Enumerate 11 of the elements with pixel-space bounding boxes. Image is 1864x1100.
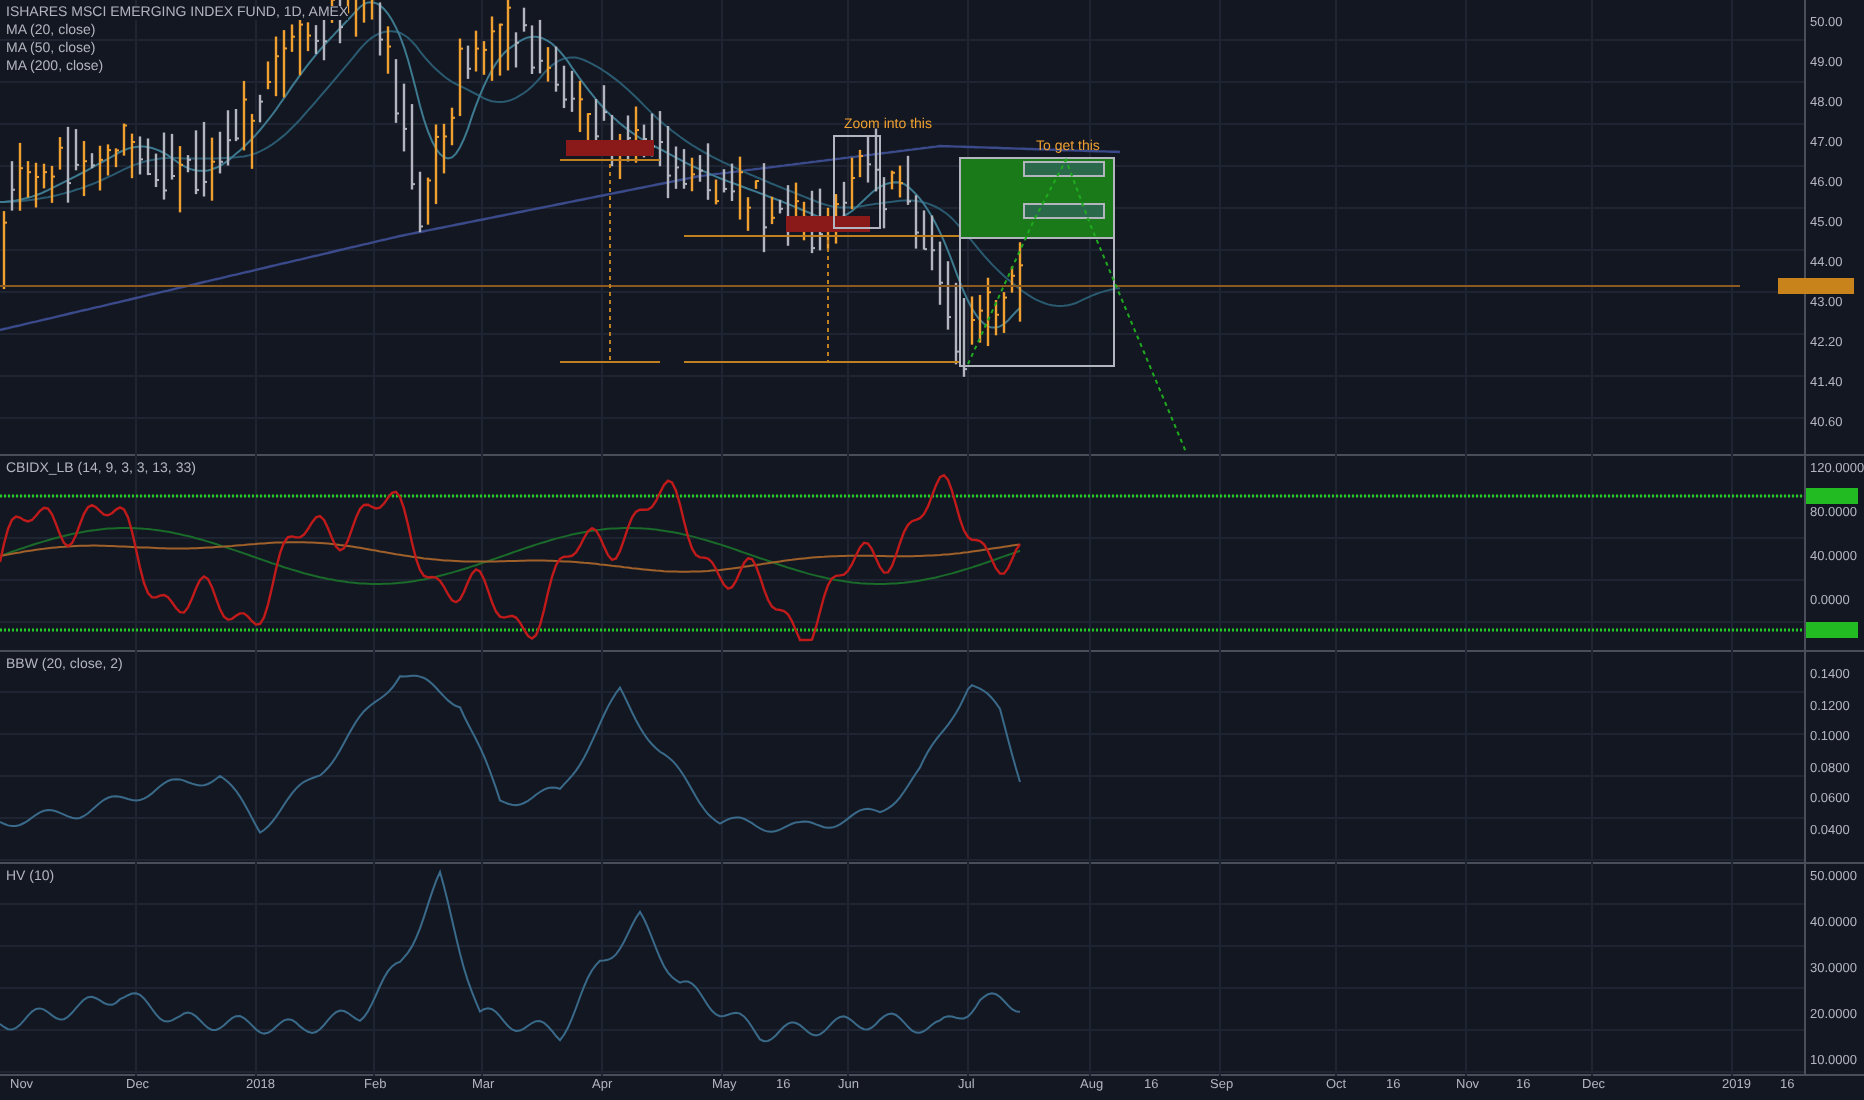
price-marker-icon [1778, 278, 1854, 294]
target-box [1023, 161, 1105, 177]
measure-badge [786, 216, 870, 232]
target-box [1023, 203, 1105, 219]
zoom-frame [833, 135, 881, 229]
dashed-guide-line [827, 239, 829, 363]
support-line [559, 159, 661, 161]
measure-badge [566, 140, 654, 156]
value-marker-icon [1806, 622, 1858, 638]
support-line [559, 361, 661, 363]
value-marker-icon [1806, 488, 1858, 504]
